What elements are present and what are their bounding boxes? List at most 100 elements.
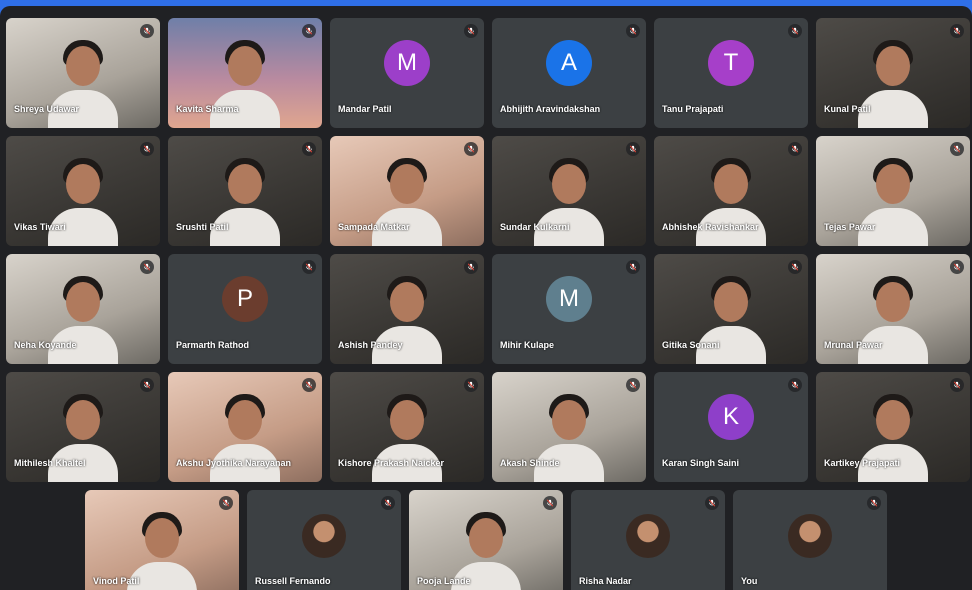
mic-muted-icon (140, 378, 154, 392)
mic-muted-icon (302, 378, 316, 392)
participant-name: Gitika Sonani (662, 340, 720, 350)
participant-name: Abhijith Aravindakshan (500, 104, 601, 114)
participant-video-feed (696, 272, 766, 364)
participant-tile[interactable]: Pooja Lande (409, 490, 563, 590)
participant-name: Pooja Lande (417, 576, 471, 586)
mic-muted-icon (626, 260, 640, 274)
participant-video-feed (210, 154, 280, 246)
participant-tile[interactable]: Gitika Sonani (654, 254, 808, 364)
participant-tile[interactable]: T Tanu Prajapati (654, 18, 808, 128)
participant-video-feed (210, 390, 280, 482)
participant-video-feed (372, 154, 442, 246)
mic-muted-icon (950, 24, 964, 38)
meeting-grid: Shreya Udawar Kavita Sharma M Mandar Patil A… (0, 6, 972, 590)
participant-name: Karan Singh Saini (662, 458, 740, 468)
participant-video-feed (372, 390, 442, 482)
participant-avatar: M (546, 276, 592, 322)
mic-muted-icon (626, 142, 640, 156)
participant-tile[interactable]: Risha Nadar (571, 490, 725, 590)
participant-tile[interactable]: K Karan Singh Saini (654, 372, 808, 482)
participant-name: Srushti Patil (176, 222, 229, 232)
participant-video-feed (858, 390, 928, 482)
participant-name: Sundar Kulkarni (500, 222, 570, 232)
participant-tile[interactable]: Sundar Kulkarni (492, 136, 646, 246)
mic-muted-icon (381, 496, 395, 510)
participant-tile[interactable]: M Mandar Patil (330, 18, 484, 128)
participant-tile[interactable]: Mrunal Pawar (816, 254, 970, 364)
mic-muted-icon (950, 378, 964, 392)
participant-video-feed (48, 272, 118, 364)
participant-video-feed (210, 36, 280, 128)
participant-video-feed (534, 154, 604, 246)
participant-tile[interactable]: Mithilesh Khaltel (6, 372, 160, 482)
participant-profile-photo (788, 514, 832, 558)
participant-tile[interactable]: Srushti Patil (168, 136, 322, 246)
participant-video-feed (858, 36, 928, 128)
participant-tile[interactable]: Ashish Pandey (330, 254, 484, 364)
participant-name: Ashish Pandey (338, 340, 403, 350)
participant-tile[interactable]: Tejas Pawar (816, 136, 970, 246)
participant-name: Neha Koyande (14, 340, 77, 350)
participant-avatar: K (708, 394, 754, 440)
mic-muted-icon (543, 496, 557, 510)
participant-name: You (741, 576, 758, 586)
mic-muted-icon (302, 260, 316, 274)
participant-tile[interactable]: Kishore Prakash Naicker (330, 372, 484, 482)
participant-name: Kishore Prakash Naicker (338, 458, 445, 468)
participant-name: Shreya Udawar (14, 104, 80, 114)
participant-tile[interactable]: P Parmarth Rathod (168, 254, 322, 364)
participant-video-feed (696, 154, 766, 246)
participant-name: Mrunal Pawar (824, 340, 883, 350)
participant-name: Sampada Matkar (338, 222, 410, 232)
mic-muted-icon (788, 378, 802, 392)
mic-muted-icon (302, 24, 316, 38)
participant-avatar: M (384, 40, 430, 86)
participant-tile[interactable]: Kavita Sharma (168, 18, 322, 128)
participant-video-feed (372, 272, 442, 364)
mic-muted-icon (950, 260, 964, 274)
participant-tile[interactable]: Akshu Jyothika Narayanan (168, 372, 322, 482)
participant-name: Tejas Pawar (824, 222, 876, 232)
mic-muted-icon (705, 496, 719, 510)
participant-name: Mithilesh Khaltel (14, 458, 86, 468)
participant-tile[interactable]: Neha Koyande (6, 254, 160, 364)
participant-name: Tanu Prajapati (662, 104, 724, 114)
participant-video-feed (48, 154, 118, 246)
participant-tile[interactable]: Kunal Patil (816, 18, 970, 128)
participant-tile[interactable]: Shreya Udawar (6, 18, 160, 128)
participant-tile[interactable]: Akash Shinde (492, 372, 646, 482)
mic-muted-icon (140, 260, 154, 274)
participant-tile[interactable]: M Mihir Kulape (492, 254, 646, 364)
participant-profile-photo (302, 514, 346, 558)
participant-name: Kunal Patil (824, 104, 871, 114)
participant-name: Abhishek Ravishankar (662, 222, 759, 232)
participant-avatar: A (546, 40, 592, 86)
participant-tile[interactable]: Abhishek Ravishankar (654, 136, 808, 246)
mic-muted-icon (626, 24, 640, 38)
participant-name: Vikas Tiwari (14, 222, 66, 232)
participant-tile[interactable]: You (733, 490, 887, 590)
participant-tile[interactable]: Vinod Patil (85, 490, 239, 590)
participant-name: Akash Shinde (500, 458, 560, 468)
participant-name: Parmarth Rathod (176, 340, 250, 350)
participant-video-feed (48, 390, 118, 482)
mic-muted-icon (140, 142, 154, 156)
participant-video-feed (858, 272, 928, 364)
participant-video-feed (858, 154, 928, 246)
participant-avatar: P (222, 276, 268, 322)
participant-profile-photo (626, 514, 670, 558)
participant-tile[interactable]: Vikas Tiwari (6, 136, 160, 246)
participant-name: Mihir Kulape (500, 340, 555, 350)
participant-tile[interactable]: Russell Fernando (247, 490, 401, 590)
participant-name: Akshu Jyothika Narayanan (176, 458, 292, 468)
mic-muted-icon (626, 378, 640, 392)
mic-muted-icon (464, 142, 478, 156)
mic-muted-icon (788, 260, 802, 274)
participant-tile[interactable]: Sampada Matkar (330, 136, 484, 246)
participant-name: Kavita Sharma (176, 104, 239, 114)
participant-tile[interactable]: Kartikey Prajapati (816, 372, 970, 482)
participant-name: Mandar Patil (338, 104, 392, 114)
mic-muted-icon (950, 142, 964, 156)
participant-name: Risha Nadar (579, 576, 632, 586)
participant-tile[interactable]: A Abhijith Aravindakshan (492, 18, 646, 128)
